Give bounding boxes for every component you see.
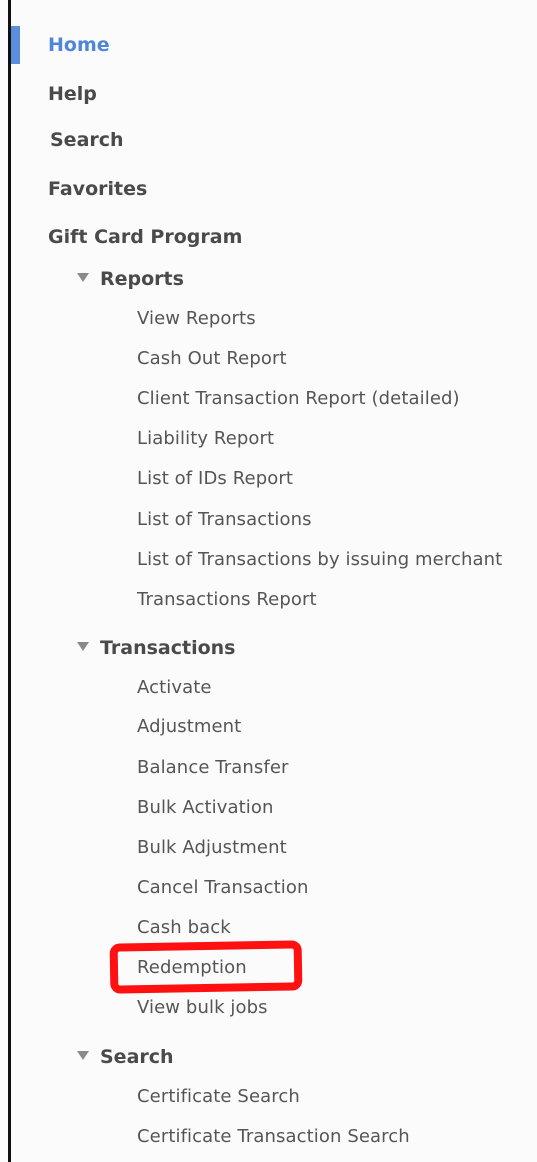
nav-item-redemption[interactable]: Redemption (137, 957, 247, 978)
triangle-down-icon (77, 273, 89, 282)
section-transactions[interactable]: Transactions (77, 637, 235, 659)
nav-item-home[interactable]: Home (48, 34, 110, 56)
section-search-label: Search (100, 1046, 174, 1068)
nav-item-bulk-adjustment[interactable]: Bulk Adjustment (137, 837, 287, 858)
nav-item-transactions-report[interactable]: Transactions Report (137, 589, 317, 610)
gift-card-navigation: Home Help Search Favorites Gift Card Pro… (0, 0, 537, 1162)
triangle-down-icon (77, 1051, 89, 1060)
section-reports[interactable]: Reports (77, 268, 184, 290)
section-transactions-label: Transactions (100, 637, 236, 659)
nav-item-bulk-activation[interactable]: Bulk Activation (137, 797, 274, 818)
nav-item-favorites[interactable]: Favorites (48, 178, 147, 200)
nav-item-liability-report[interactable]: Liability Report (137, 428, 274, 449)
nav-item-view-reports[interactable]: View Reports (137, 308, 256, 329)
nav-item-client-transaction-report[interactable]: Client Transaction Report (detailed) (137, 388, 460, 409)
nav-item-cash-out-report[interactable]: Cash Out Report (137, 348, 287, 369)
nav-item-certificate-search[interactable]: Certificate Search (137, 1086, 300, 1107)
nav-item-cancel-transaction[interactable]: Cancel Transaction (137, 877, 308, 898)
triangle-down-icon (77, 642, 89, 651)
nav-item-view-bulk-jobs[interactable]: View bulk jobs (137, 997, 268, 1018)
nav-item-balance-transfer[interactable]: Balance Transfer (137, 757, 289, 778)
section-reports-label: Reports (100, 268, 184, 290)
nav-item-cash-back[interactable]: Cash back (137, 917, 231, 938)
nav-item-list-of-transactions[interactable]: List of Transactions (137, 509, 312, 530)
nav-item-help[interactable]: Help (48, 83, 97, 105)
nav-item-certificate-transaction-search[interactable]: Certificate Transaction Search (137, 1126, 410, 1147)
nav-item-list-of-ids-report[interactable]: List of IDs Report (137, 468, 293, 489)
nav-item-activate[interactable]: Activate (137, 677, 212, 698)
nav-item-search[interactable]: Search (50, 129, 124, 151)
nav-item-gift-card-program[interactable]: Gift Card Program (48, 226, 242, 248)
nav-item-list-of-transactions-by-issuing-merchant[interactable]: List of Transactions by issuing merchant (137, 549, 502, 570)
section-search[interactable]: Search (77, 1046, 174, 1068)
nav-item-adjustment[interactable]: Adjustment (137, 716, 241, 737)
navigation-page: Home Help Search Favorites Gift Card Pro… (0, 0, 537, 1162)
